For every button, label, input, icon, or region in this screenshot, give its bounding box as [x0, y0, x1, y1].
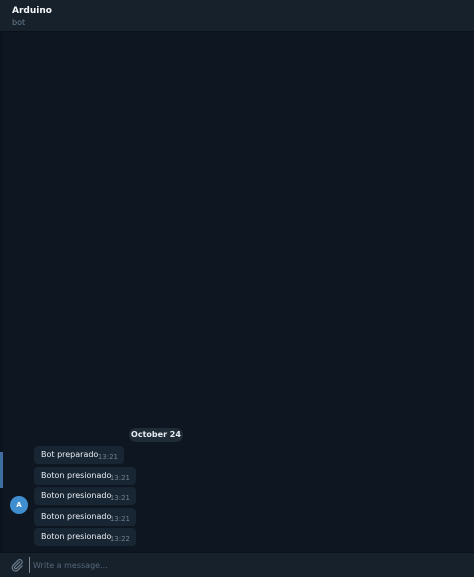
message-time: 13:21 [109, 494, 130, 502]
sender-avatar[interactable]: A [10, 496, 28, 514]
chat-title: Arduino [12, 6, 52, 16]
message-input[interactable] [29, 557, 463, 573]
message-bubble[interactable]: Boton presionado 13:21 [34, 487, 136, 505]
message-text: Boton presionado [41, 512, 112, 521]
message-text: Boton presionado [41, 471, 112, 480]
message-time: 13:21 [109, 474, 130, 482]
message-bubble[interactable]: Bot preparado 13:21 [34, 446, 124, 464]
message-composer [0, 552, 474, 577]
message-text: Boton presionado [41, 491, 112, 500]
chat-status: bot [12, 18, 26, 27]
chat-header[interactable]: Arduino bot [0, 0, 474, 32]
message-bubble[interactable]: Boton presionado 13:21 [34, 467, 136, 485]
message-time: 13:21 [97, 453, 118, 461]
message-bubble[interactable]: Boton presionado 13:21 [34, 508, 136, 526]
message-text: Bot preparado [41, 450, 99, 459]
date-separator: October 24 [129, 428, 183, 442]
message-time: 13:21 [109, 515, 130, 523]
message-text: Boton presionado [41, 532, 112, 541]
paperclip-icon[interactable] [10, 558, 24, 572]
chat-window: Arduino bot October 24 Bot preparado 13:… [0, 0, 474, 577]
message-bubble[interactable]: Boton presionado 13:22 [34, 528, 136, 546]
message-list[interactable]: October 24 Bot preparado 13:21 Boton pre… [0, 32, 474, 552]
message-time: 13:22 [109, 535, 130, 543]
